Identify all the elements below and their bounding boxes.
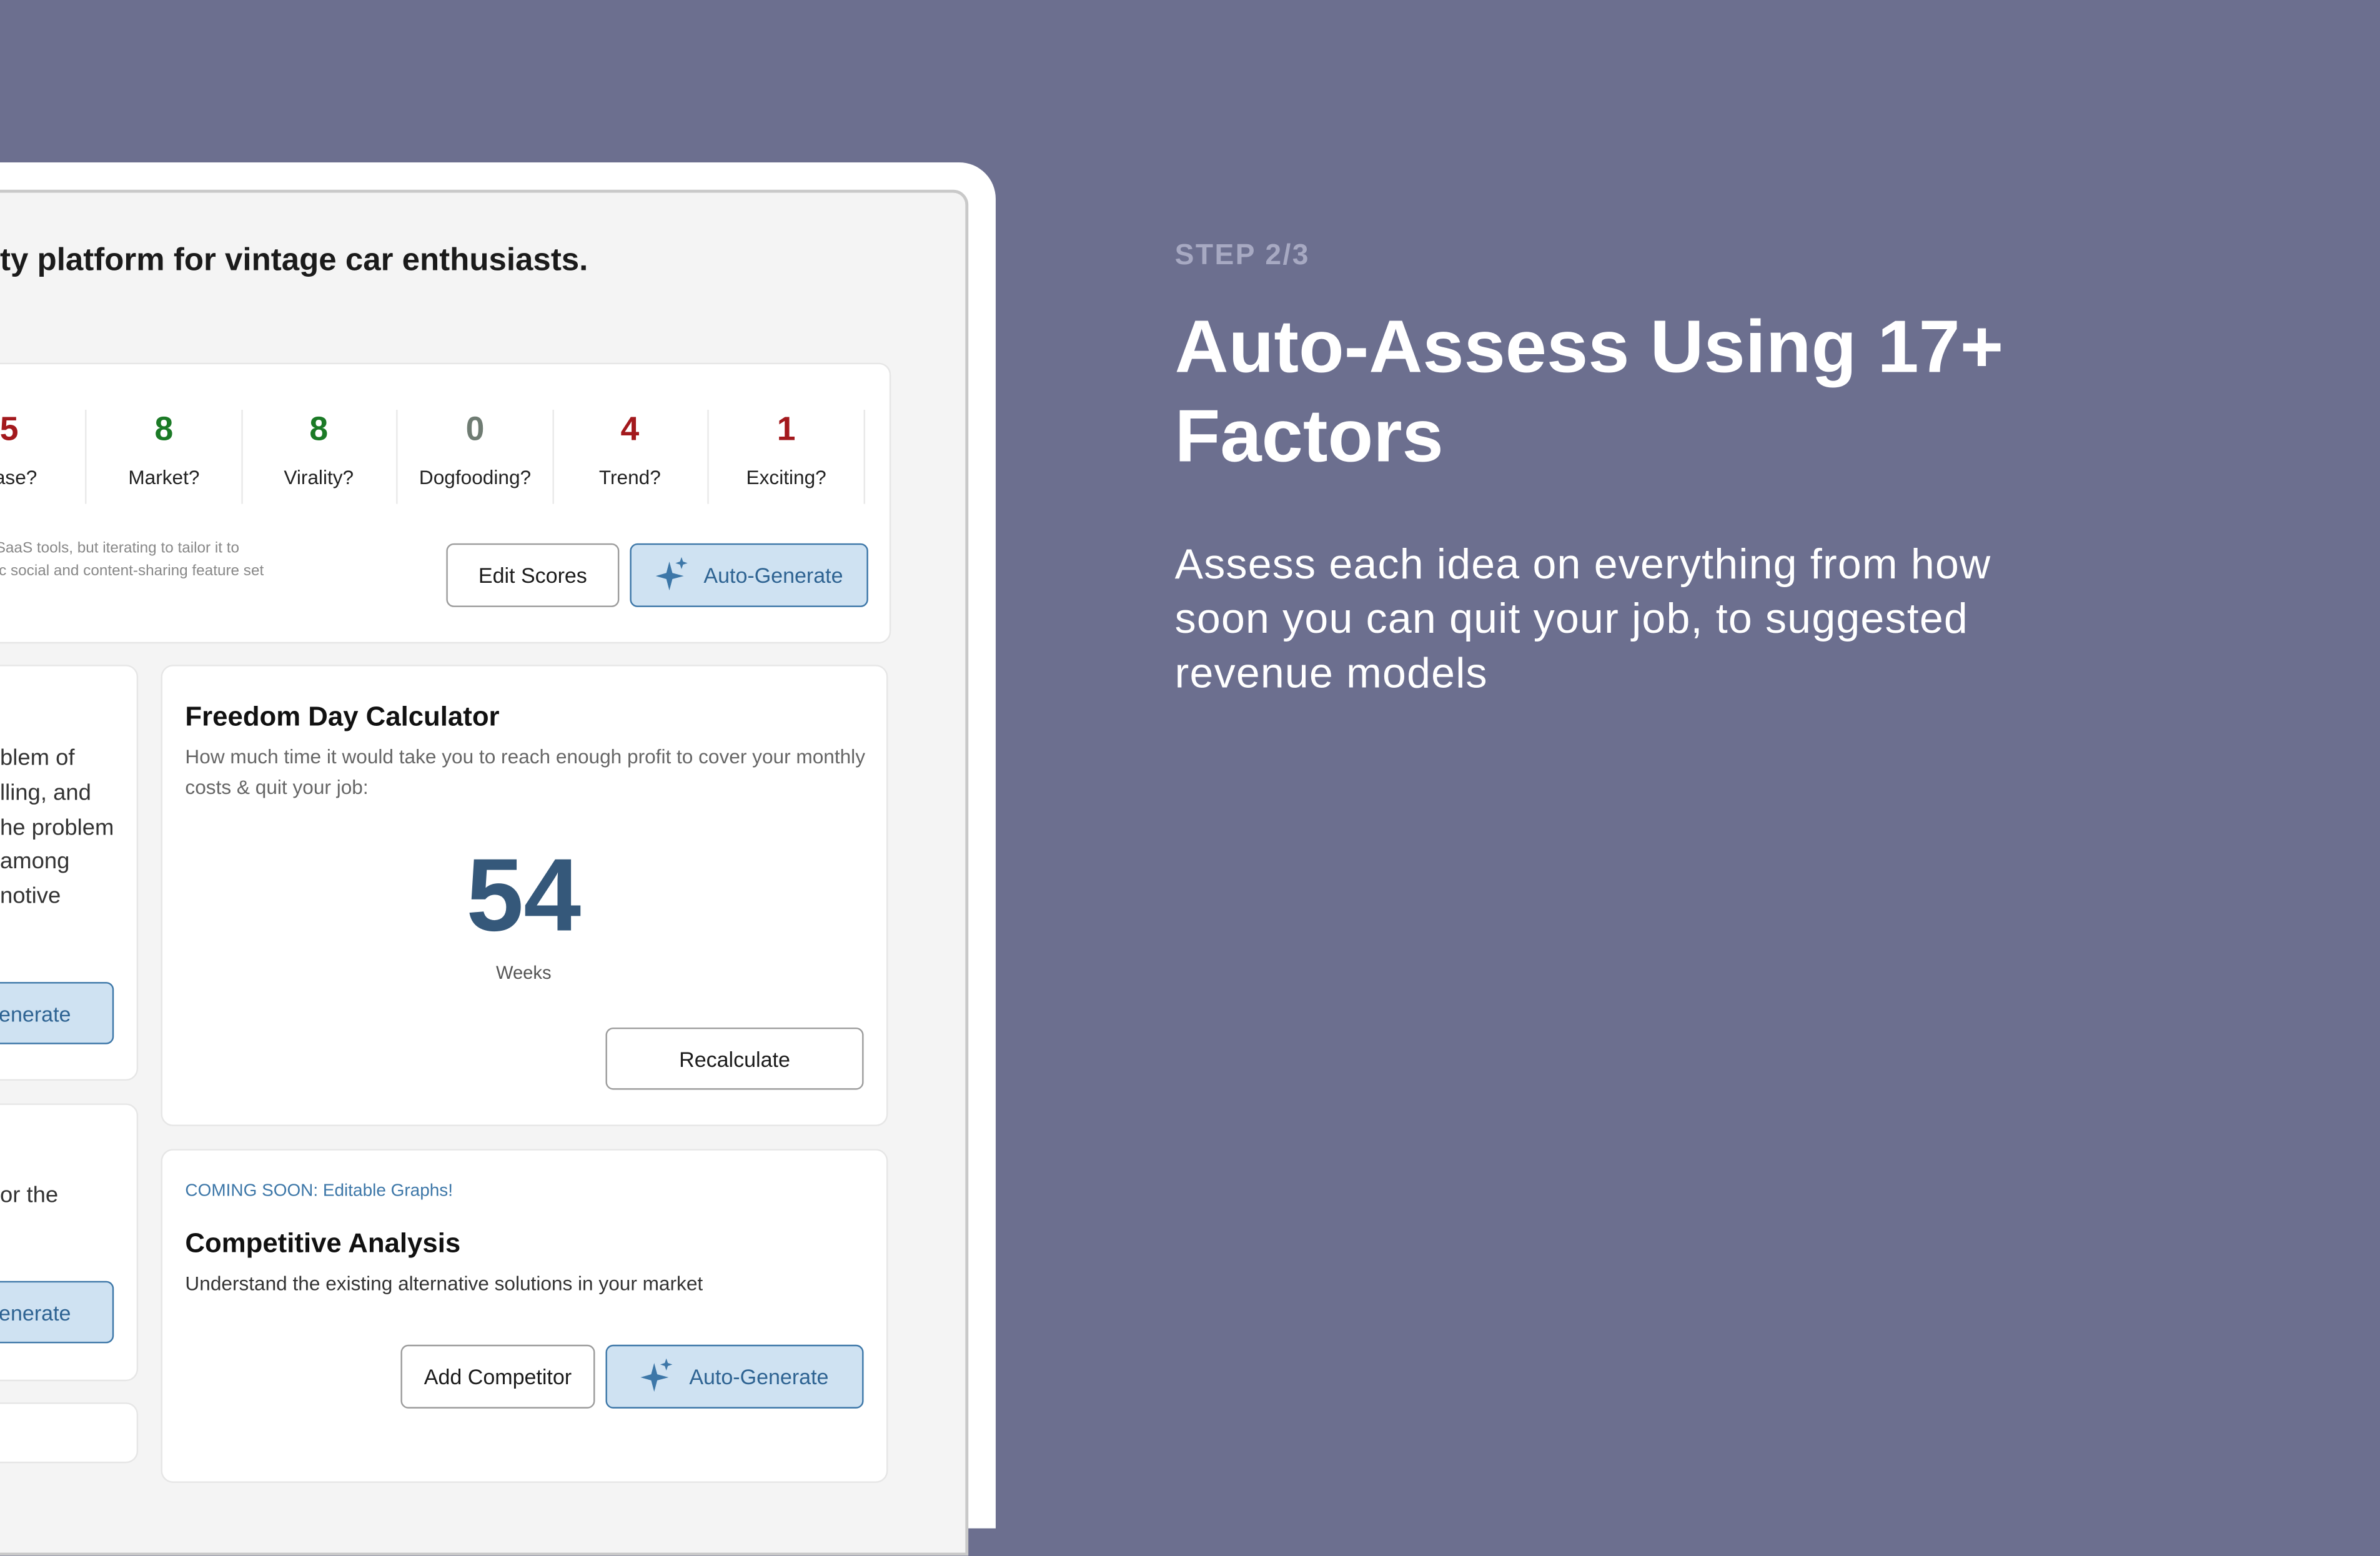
recalculate-button[interactable]: Recalculate bbox=[605, 1027, 864, 1090]
button-label: Auto-Generate bbox=[689, 1364, 829, 1389]
score-trend: 4 Trend? bbox=[552, 409, 707, 489]
sparkles-icon bbox=[655, 557, 687, 591]
auto-generate-competitors-button[interactable]: Auto-Generate bbox=[605, 1344, 864, 1409]
partial-card-text: or the bbox=[0, 1182, 59, 1209]
score-ease: 5 Ease? bbox=[0, 409, 86, 489]
score-label: Trend? bbox=[598, 465, 661, 489]
description: Assess each idea on everything from how … bbox=[1174, 540, 1991, 697]
score-label: Ease? bbox=[0, 465, 37, 489]
auto-generate-problem-button[interactable]: Generate bbox=[0, 982, 114, 1044]
score-value: 1 bbox=[776, 410, 796, 448]
score-divider bbox=[863, 410, 865, 504]
score-note-line: SaaS tools, but iterating to tailor it t… bbox=[0, 540, 240, 557]
score-value: 4 bbox=[620, 410, 640, 448]
headline: Auto-Assess Using 17+ Factors bbox=[1174, 306, 2004, 478]
scene: ty platform for vintage car enthusiasts.… bbox=[0, 0, 2380, 1556]
problem-text-line: he problem bbox=[0, 815, 114, 841]
freedom-day-unit: Weeks bbox=[495, 962, 552, 984]
partial-card-bottom bbox=[0, 1402, 139, 1464]
competitive-analysis-subtitle: Understand the existing alternative solu… bbox=[185, 1272, 703, 1295]
edit-scores-button[interactable]: Edit Scores bbox=[446, 543, 620, 607]
score-label: Market? bbox=[128, 465, 200, 489]
button-label: Generate bbox=[0, 1300, 71, 1325]
score-dogfooding: 0 Dogfooding? bbox=[398, 409, 553, 489]
score-value: 0 bbox=[465, 410, 485, 448]
sparkles-icon bbox=[640, 1358, 673, 1392]
auto-generate-scores-button[interactable]: Auto-Generate bbox=[630, 543, 868, 607]
score-market: 8 Market? bbox=[86, 409, 241, 489]
add-competitor-button[interactable]: Add Competitor bbox=[400, 1344, 595, 1409]
problem-text-line: lling, and bbox=[0, 780, 91, 806]
score-label: Exciting? bbox=[746, 465, 826, 489]
score-label: Dogfooding? bbox=[419, 465, 532, 489]
idea-title: ty platform for vintage car enthusiasts. bbox=[0, 242, 588, 278]
button-label: Auto-Generate bbox=[703, 563, 843, 588]
score-virality: 8 Virality? bbox=[241, 409, 396, 489]
score-label: Virality? bbox=[284, 465, 354, 489]
coming-soon-badge: COMING SOON: Editable Graphs! bbox=[185, 1182, 454, 1201]
freedom-day-subtitle: How much time it would take you to reach… bbox=[185, 745, 865, 799]
freedom-day-title: Freedom Day Calculator bbox=[185, 701, 500, 732]
button-label: Generate bbox=[0, 1001, 71, 1026]
freedom-day-value: 54 bbox=[466, 838, 582, 953]
step-indicator: STEP 2/3 bbox=[1174, 239, 1310, 272]
auto-generate-partial-button[interactable]: Generate bbox=[0, 1281, 114, 1344]
score-note-line: ic social and content-sharing feature se… bbox=[0, 563, 264, 580]
score-value: 8 bbox=[154, 410, 174, 448]
score-value: 8 bbox=[309, 410, 329, 448]
problem-text-line: blem of bbox=[0, 745, 75, 771]
problem-text-line: notive bbox=[0, 883, 61, 909]
competitive-analysis-title: Competitive Analysis bbox=[185, 1227, 461, 1259]
score-value: 5 bbox=[0, 410, 19, 448]
score-exciting: 1 Exciting? bbox=[709, 409, 864, 489]
problem-text-line: among bbox=[0, 848, 70, 875]
